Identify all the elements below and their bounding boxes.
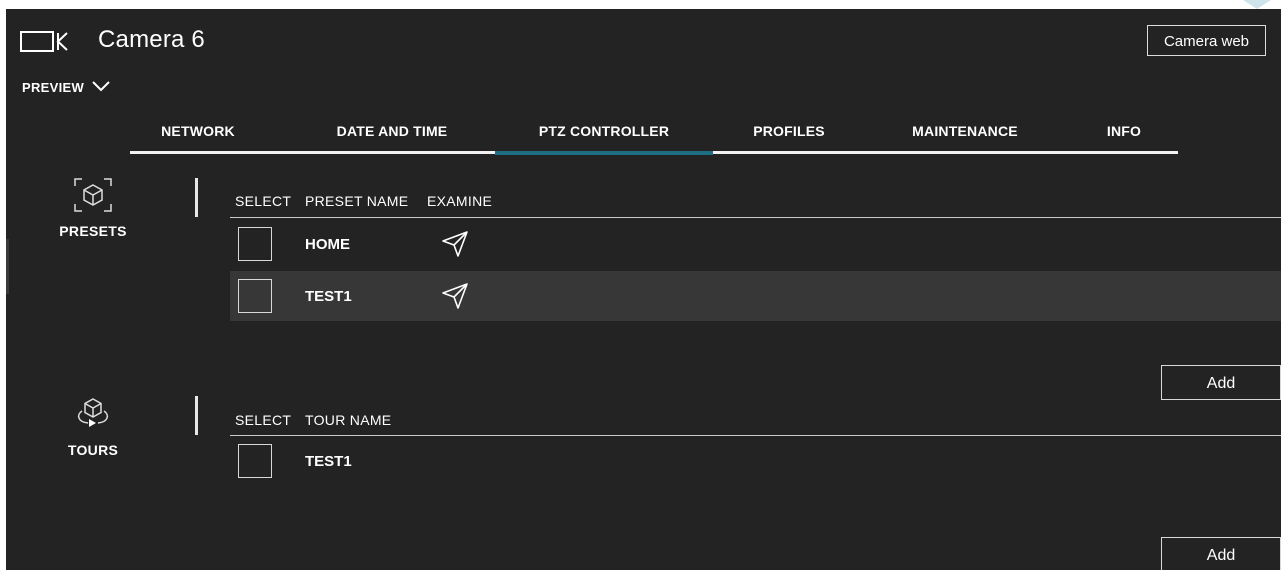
camera-icon: [18, 28, 76, 59]
select-checkbox[interactable]: [238, 444, 272, 478]
left-edge-handle: [6, 239, 9, 294]
presets-section-button[interactable]: PRESETS: [41, 176, 145, 239]
tab-ptz-controller[interactable]: PTZ CONTROLLER: [495, 123, 713, 153]
presets-label: PRESETS: [59, 223, 127, 239]
preview-toggle[interactable]: PREVIEW: [22, 80, 111, 95]
tab-label: INFO: [1106, 123, 1142, 139]
tours-cube-icon: [72, 398, 114, 437]
send-icon[interactable]: [440, 229, 470, 264]
preset-name: HOME: [305, 236, 350, 253]
tab-label: PROFILES: [753, 123, 825, 139]
tab-label: DATE AND TIME: [336, 123, 448, 139]
column-header-examine: EXAMINE: [427, 193, 493, 209]
tour-row-test1[interactable]: TEST1: [230, 436, 1281, 486]
tab-maintenance[interactable]: MAINTENANCE: [890, 123, 1040, 153]
camera-settings-panel: Camera 6 Camera web PREVIEW NETWORK DATE…: [6, 9, 1281, 570]
chevron-down-icon: [84, 80, 111, 95]
send-icon[interactable]: [440, 281, 470, 316]
column-header-select: SELECT: [235, 193, 292, 209]
tour-name: TEST1: [305, 453, 352, 470]
settings-tabs: NETWORK DATE AND TIME PTZ CONTROLLER PRO…: [130, 123, 1178, 153]
page-title: Camera 6: [98, 26, 205, 53]
camera-web-button[interactable]: Camera web: [1147, 25, 1266, 56]
tab-label: PTZ CONTROLLER: [538, 123, 670, 139]
tab-info[interactable]: INFO: [1090, 123, 1158, 153]
presets-separator: [195, 178, 198, 217]
column-header-select: SELECT: [235, 412, 292, 428]
corner-accent: [1243, 0, 1271, 9]
preset-row-test1[interactable]: TEST1: [230, 271, 1281, 321]
tab-label: MAINTENANCE: [912, 123, 1018, 139]
tab-date-and-time[interactable]: DATE AND TIME: [312, 123, 472, 153]
preset-name: TEST1: [305, 288, 352, 305]
select-checkbox[interactable]: [238, 227, 272, 261]
presets-cube-icon: [72, 178, 114, 218]
column-header-tour-name: TOUR NAME: [305, 412, 392, 428]
add-preset-button[interactable]: Add: [1161, 365, 1281, 400]
tours-separator: [195, 396, 198, 435]
column-header-preset-name: PRESET NAME: [305, 193, 409, 209]
add-tour-button[interactable]: Add: [1161, 537, 1281, 570]
active-tab-indicator: [495, 151, 713, 155]
tab-network[interactable]: NETWORK: [140, 123, 256, 153]
tours-label: TOURS: [67, 442, 119, 458]
select-checkbox[interactable]: [238, 279, 272, 313]
preview-label: PREVIEW: [22, 80, 85, 95]
presets-header-divider: [230, 217, 1281, 218]
tab-profiles[interactable]: PROFILES: [734, 123, 844, 153]
tours-section-button[interactable]: TOURS: [41, 395, 145, 458]
preset-row-home[interactable]: HOME: [230, 219, 1281, 269]
tab-label: NETWORK: [161, 123, 235, 139]
